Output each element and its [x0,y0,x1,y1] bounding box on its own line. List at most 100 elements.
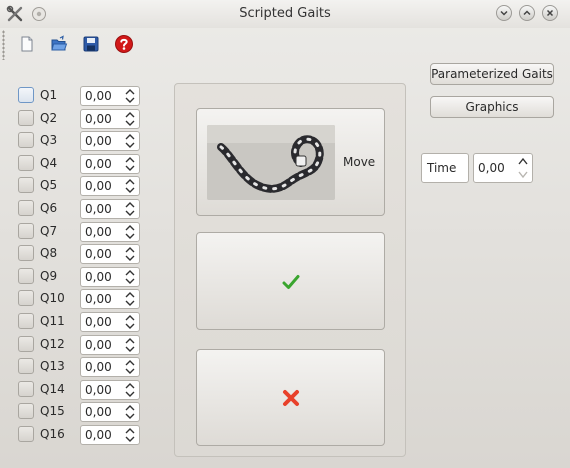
joint-checkbox[interactable] [18,313,34,329]
joint-checkbox[interactable] [18,222,34,239]
joint-row: Q4 0,00 [18,153,143,174]
joint-label: Q9 [40,268,58,283]
spin-arrows-icon[interactable] [124,427,136,443]
joint-row: Q2 0,00 [18,108,143,129]
scripted-gaits-window: Scripted Gaits Q1 0,00 Q2 0,00 Q3 0,00 Q… [0,0,570,468]
joint-spinbox[interactable]: 0,00 [80,153,140,174]
joint-label: Q11 [40,314,65,328]
new-document-button[interactable] [16,33,38,55]
close-icon [546,9,554,17]
joint-value: 0,00 [85,111,112,126]
spin-arrows-icon[interactable] [124,156,136,172]
joint-row: Q8 0,00 [18,244,143,265]
move-label: Move [343,155,376,169]
joint-spinbox[interactable]: 0,00 [80,86,140,106]
joint-value: 0,00 [85,202,112,216]
joint-spinbox[interactable]: 0,00 [80,176,140,197]
spin-arrows-icon[interactable] [124,404,136,420]
help-button[interactable] [113,33,135,55]
joint-value: 0,00 [85,89,112,103]
spin-arrows-icon[interactable] [124,359,136,375]
minimize-button[interactable] [496,5,512,21]
joint-spinbox[interactable]: 0,00 [80,334,140,355]
joint-row: Q9 0,00 [18,266,143,287]
window-title: Scripted Gaits [239,6,331,21]
spin-arrows-icon[interactable] [124,201,136,217]
spin-arrows-icon[interactable] [124,337,136,353]
joint-checkbox[interactable] [18,200,34,216]
joint-spinbox[interactable]: 0,00 [80,379,140,400]
spin-arrows-icon[interactable] [124,382,136,398]
joint-checkbox[interactable] [18,403,34,420]
move-button[interactable]: Move [196,108,385,216]
joint-spinbox[interactable]: 0,00 [80,266,140,287]
joint-row: Q1 0,00 [18,86,143,106]
cross-icon [283,390,299,406]
spin-arrows-icon[interactable] [124,178,136,194]
joint-checkbox[interactable] [18,335,34,352]
time-label-box: Time [421,153,469,183]
joint-row: Q14 0,00 [18,379,143,400]
joint-row: Q11 0,00 [18,312,143,332]
joint-spinbox[interactable]: 0,00 [80,312,140,332]
joint-label: Q7 [40,223,58,238]
joint-label: Q13 [40,359,65,374]
joint-spinbox[interactable]: 0,00 [80,425,140,445]
joint-spinbox[interactable]: 0,00 [80,402,140,423]
spin-arrows-icon[interactable] [124,269,136,285]
spin-arrows-icon[interactable] [124,314,136,330]
maximize-button[interactable] [519,5,535,21]
joint-checkbox[interactable] [18,380,34,397]
joint-row: Q15 0,00 [18,402,143,423]
spin-arrows-icon[interactable] [124,111,136,127]
save-button[interactable] [80,33,102,55]
joint-spinbox[interactable]: 0,00 [80,221,140,242]
joint-value: 0,00 [85,405,112,420]
joint-value: 0,00 [85,337,112,352]
joint-spinbox[interactable]: 0,00 [80,244,140,265]
joint-label: Q2 [40,110,58,125]
spin-arrows-icon[interactable] [124,224,136,240]
joint-checkbox[interactable] [18,109,34,126]
joint-row: Q10 0,00 [18,289,143,310]
joint-label: Q16 [40,427,65,441]
joint-value: 0,00 [85,269,112,284]
joint-checkbox[interactable] [18,358,34,375]
joint-checkbox[interactable] [18,132,34,149]
joint-checkbox[interactable] [18,177,34,194]
joint-value: 0,00 [85,179,112,194]
joint-label: Q5 [40,178,58,193]
spin-arrows-icon[interactable] [124,246,136,262]
joint-row: Q13 0,00 [18,357,143,378]
spin-arrows-icon[interactable] [124,291,136,307]
joint-spinbox[interactable]: 0,00 [80,289,140,310]
chevron-down-icon [500,10,508,16]
cancel-button[interactable] [196,349,385,446]
open-button[interactable] [48,33,70,55]
joint-spinbox[interactable]: 0,00 [80,357,140,378]
joint-checkbox[interactable] [18,87,34,103]
joint-checkbox[interactable] [18,154,34,171]
joint-value: 0,00 [85,315,112,329]
parameterized-gaits-button[interactable]: Parameterized Gaits [430,63,554,85]
confirm-button[interactable] [196,232,385,330]
time-spinbox[interactable]: 0,00 [473,153,533,183]
joint-checkbox[interactable] [18,426,34,442]
close-button[interactable] [542,5,558,21]
joint-checkbox[interactable] [18,290,34,307]
joint-value: 0,00 [85,428,112,442]
spin-arrows-icon[interactable] [124,88,136,104]
toolbar-grip[interactable] [2,30,5,60]
joint-spinbox[interactable]: 0,00 [80,131,140,152]
joint-row: Q16 0,00 [18,425,143,445]
joint-checkbox[interactable] [18,245,34,262]
graphics-button[interactable]: Graphics [430,96,554,118]
joint-spinbox[interactable]: 0,00 [80,108,140,129]
joint-label: Q12 [40,336,65,351]
joint-value: 0,00 [85,247,112,262]
joint-checkbox[interactable] [18,267,34,284]
spin-arrows-icon[interactable] [517,156,529,180]
joint-spinbox[interactable]: 0,00 [80,199,140,219]
spin-arrows-icon[interactable] [124,133,136,149]
joint-label: Q3 [40,133,58,148]
